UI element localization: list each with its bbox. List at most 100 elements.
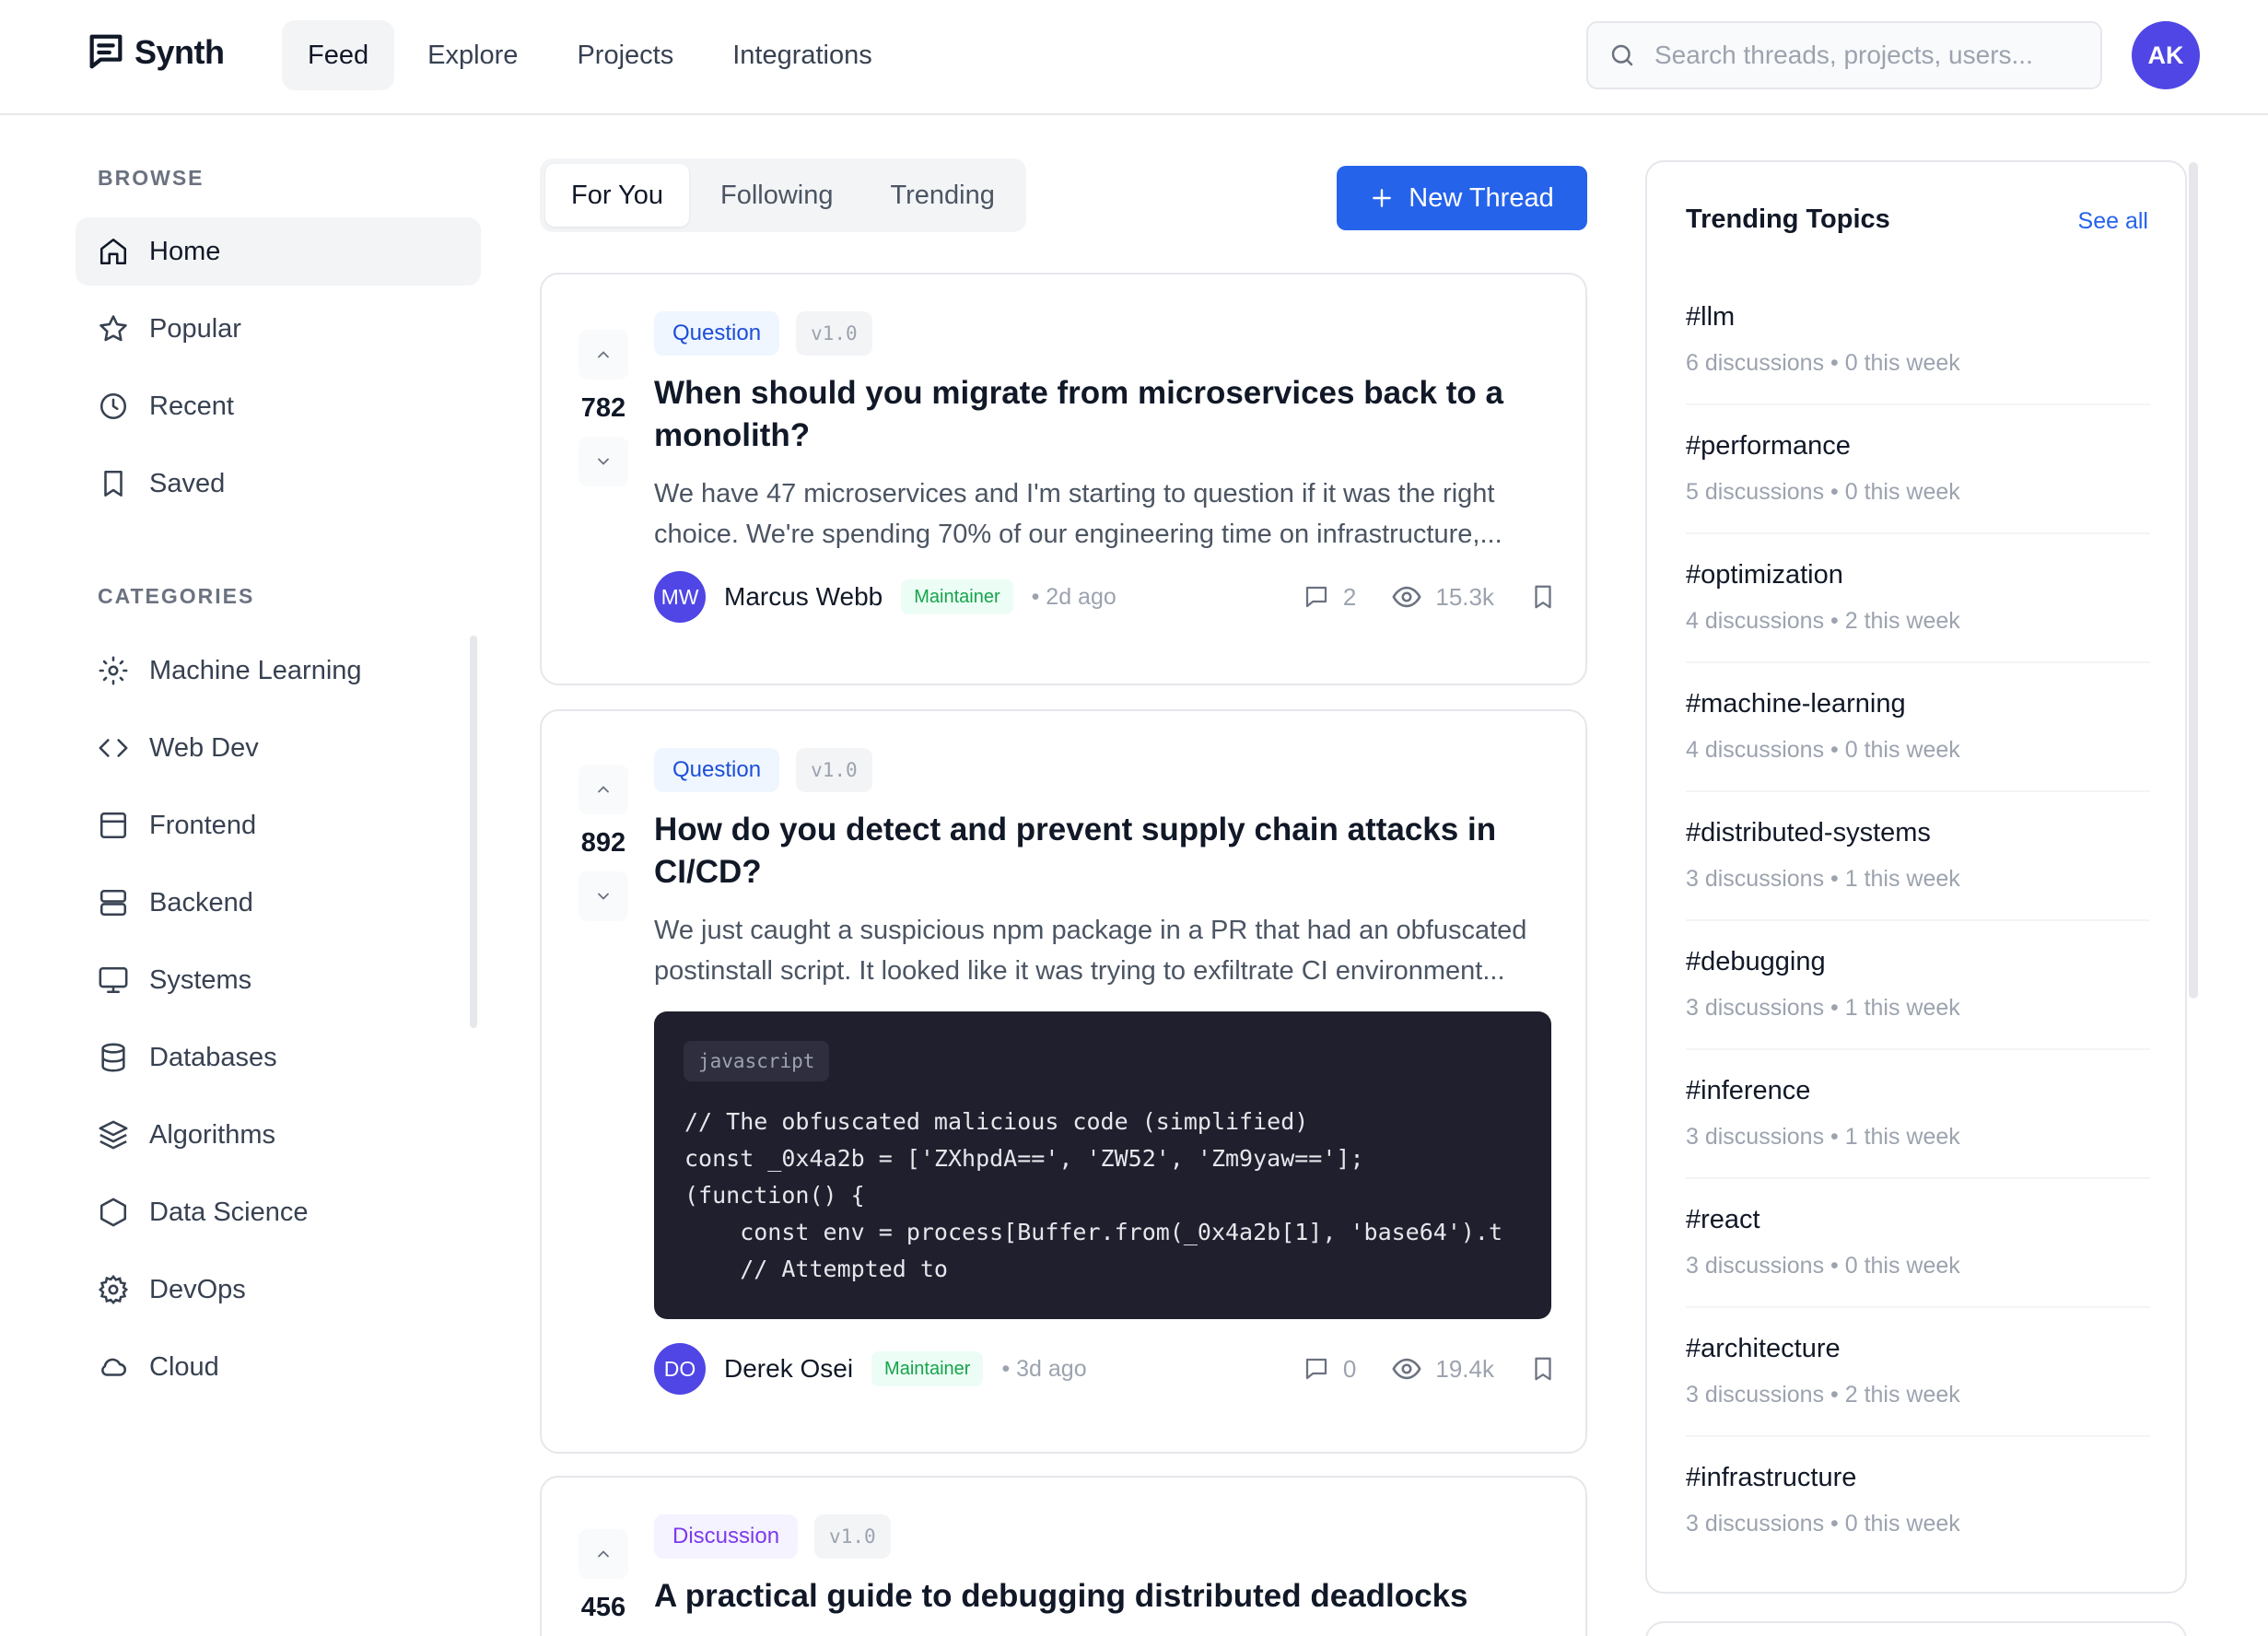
thread-title[interactable]: When should you migrate from microservic… [654, 372, 1538, 457]
tab-trending[interactable]: Trending [864, 164, 1020, 227]
trending-topic-item[interactable]: #react 3 discussions • 0 this week [1686, 1179, 2150, 1308]
type-badge[interactable]: Discussion [654, 1514, 799, 1559]
upvote-button[interactable] [579, 765, 628, 814]
topic-discussions: 4 discussions [1686, 608, 1825, 634]
thread-card[interactable]: 782 Question v1.0 When should you migrat… [540, 273, 1587, 685]
sidebar-item-recent[interactable]: Recent [76, 372, 481, 440]
comments-stat[interactable]: 0 [1303, 1355, 1356, 1384]
upvote-button[interactable] [579, 1529, 628, 1579]
trending-topic-item[interactable]: #inference 3 discussions • 1 this week [1686, 1050, 2150, 1179]
type-badge[interactable]: Question [654, 311, 780, 356]
trending-topic-item[interactable]: #infrastructure 3 discussions • 0 this we… [1686, 1437, 2150, 1566]
version-badge: v1.0 [796, 311, 872, 356]
sidebar-item-cloud[interactable]: Cloud [76, 1333, 481, 1401]
home-icon [99, 238, 127, 265]
right-scrollbar[interactable] [2189, 162, 2198, 999]
topic-name: #react [1686, 1205, 1760, 1234]
view-count: 15.3k [1435, 582, 1494, 611]
browse-section-title: BROWSE [98, 166, 205, 190]
user-avatar[interactable]: AK [2132, 21, 2200, 89]
nav-tab-explore[interactable]: Explore [402, 20, 544, 90]
trending-topic-item[interactable]: #machine-learning 4 discussions • 0 this … [1686, 663, 2150, 792]
trending-topic-item[interactable]: #debugging 3 discussions • 1 this week [1686, 921, 2150, 1050]
trending-topic-item[interactable]: #optimization 4 discussions • 2 this week [1686, 534, 2150, 663]
comments-stat[interactable]: 2 [1303, 583, 1356, 612]
trending-topic-item[interactable]: #distributed-systems 3 discussions • 1 th… [1686, 792, 2150, 921]
vote-control: 782 [579, 330, 628, 486]
topic-week: 2 this week [1844, 608, 1960, 634]
trending-topic-item[interactable]: #performance 5 discussions • 0 this week [1686, 405, 2150, 534]
topic-stats: 4 discussions • 0 this week [1686, 737, 1960, 764]
nav-tab-integrations[interactable]: Integrations [707, 20, 898, 90]
upvote-button[interactable] [579, 330, 628, 380]
nav-tab-projects[interactable]: Projects [551, 20, 699, 90]
author-avatar[interactable]: MW [654, 571, 706, 623]
bookmark-icon[interactable] [1529, 1355, 1557, 1383]
bookmark-icon [104, 470, 123, 497]
downvote-button[interactable] [579, 871, 628, 921]
thread-title[interactable]: A practical guide to debugging distribut… [654, 1575, 1538, 1618]
comment-icon [1305, 586, 1327, 608]
sidebar-item-systems[interactable]: Systems [76, 946, 481, 1014]
tab-following[interactable]: Following [695, 164, 859, 227]
trending-topic-item[interactable]: #llm 6 discussions • 0 this week [1686, 276, 2150, 405]
bookmark-icon[interactable] [1529, 583, 1557, 611]
thread-card[interactable]: 456 Discussion v1.0 A practical guide to… [540, 1476, 1587, 1636]
sidebar-item-databases[interactable]: Databases [76, 1023, 481, 1092]
topic-separator-dot: • [1824, 608, 1845, 634]
topic-separator-dot: • [1824, 479, 1845, 505]
sidebar-item-home[interactable]: Home [76, 217, 481, 286]
monitor-icon [99, 966, 128, 994]
sidebar-item-web-dev[interactable]: Web Dev [76, 714, 481, 782]
sidebar-item-devops[interactable]: DevOps [76, 1256, 481, 1324]
sidebar-item-data-science[interactable]: Data Science [76, 1178, 481, 1246]
topic-week: 2 this week [1844, 1382, 1960, 1408]
app-root: Synth Feed Explore Projects Integrations… [0, 0, 2268, 1636]
topic-stats: 3 discussions • 1 this week [1686, 1124, 1960, 1151]
logo[interactable]: Synth [85, 30, 225, 75]
thread-stats: 2 15.3k [1303, 581, 1557, 613]
categories-list: Machine Learning Web Dev Frontend Backen… [76, 631, 481, 1488]
topic-separator-dot: • [1824, 1511, 1845, 1537]
sidebar-item-algorithms[interactable]: Algorithms [76, 1101, 481, 1169]
topic-name: #performance [1686, 431, 1851, 461]
thread-badges: Question v1.0 [654, 311, 872, 356]
author-avatar[interactable]: DO [654, 1343, 706, 1395]
version-badge: v1.0 [796, 748, 872, 792]
sidebar-item-machine-learning[interactable]: Machine Learning [76, 637, 481, 705]
sidebar-item-popular[interactable]: Popular [76, 295, 481, 363]
sidebar-scrollbar[interactable] [470, 636, 477, 1028]
feed-tabs: For You Following Trending [540, 158, 1026, 232]
gear-icon [98, 1274, 129, 1305]
author-name[interactable]: Derek Osei [724, 1354, 853, 1384]
nav-tab-feed[interactable]: Feed [282, 20, 395, 90]
downvote-button[interactable] [579, 437, 628, 486]
layout-icon [99, 812, 127, 839]
topic-stats: 3 discussions • 2 this week [1686, 1382, 1960, 1408]
new-thread-button[interactable]: New Thread [1337, 166, 1587, 230]
topic-name: #llm [1686, 302, 1736, 332]
thread-meta: DO Derek Osei Maintainer • 3d ago 0 19.4… [654, 1342, 1557, 1396]
see-all-link[interactable]: See all [2078, 208, 2148, 235]
topic-week: 0 this week [1844, 1511, 1960, 1537]
type-badge[interactable]: Question [654, 748, 780, 792]
search-icon [1611, 44, 1633, 66]
sidebar-item-saved[interactable]: Saved [76, 450, 481, 518]
author-name[interactable]: Marcus Webb [724, 582, 883, 612]
thread-card[interactable]: 892 Question v1.0 How do you detect and … [540, 709, 1587, 1454]
tab-for-you[interactable]: For You [545, 164, 689, 227]
thread-title[interactable]: How do you detect and prevent supply cha… [654, 809, 1538, 894]
sidebar-item-backend[interactable]: Backend [76, 869, 481, 937]
trending-topic-item[interactable]: #architecture 3 discussions • 2 this week [1686, 1308, 2150, 1437]
categories-section-title: CATEGORIES [98, 584, 255, 608]
comment-icon [1305, 1358, 1327, 1380]
sidebar-item-label: Databases [149, 1042, 277, 1072]
views-stat: 15.3k [1391, 581, 1494, 613]
topic-stats: 6 discussions • 0 this week [1686, 350, 1960, 377]
topic-discussions: 3 discussions [1686, 995, 1825, 1021]
chat-logo-icon [89, 34, 123, 69]
search-input[interactable] [1654, 41, 2060, 70]
sidebar-item-frontend[interactable]: Frontend [76, 791, 481, 859]
thread-stats: 0 19.4k [1303, 1353, 1557, 1385]
star-icon [99, 315, 127, 342]
